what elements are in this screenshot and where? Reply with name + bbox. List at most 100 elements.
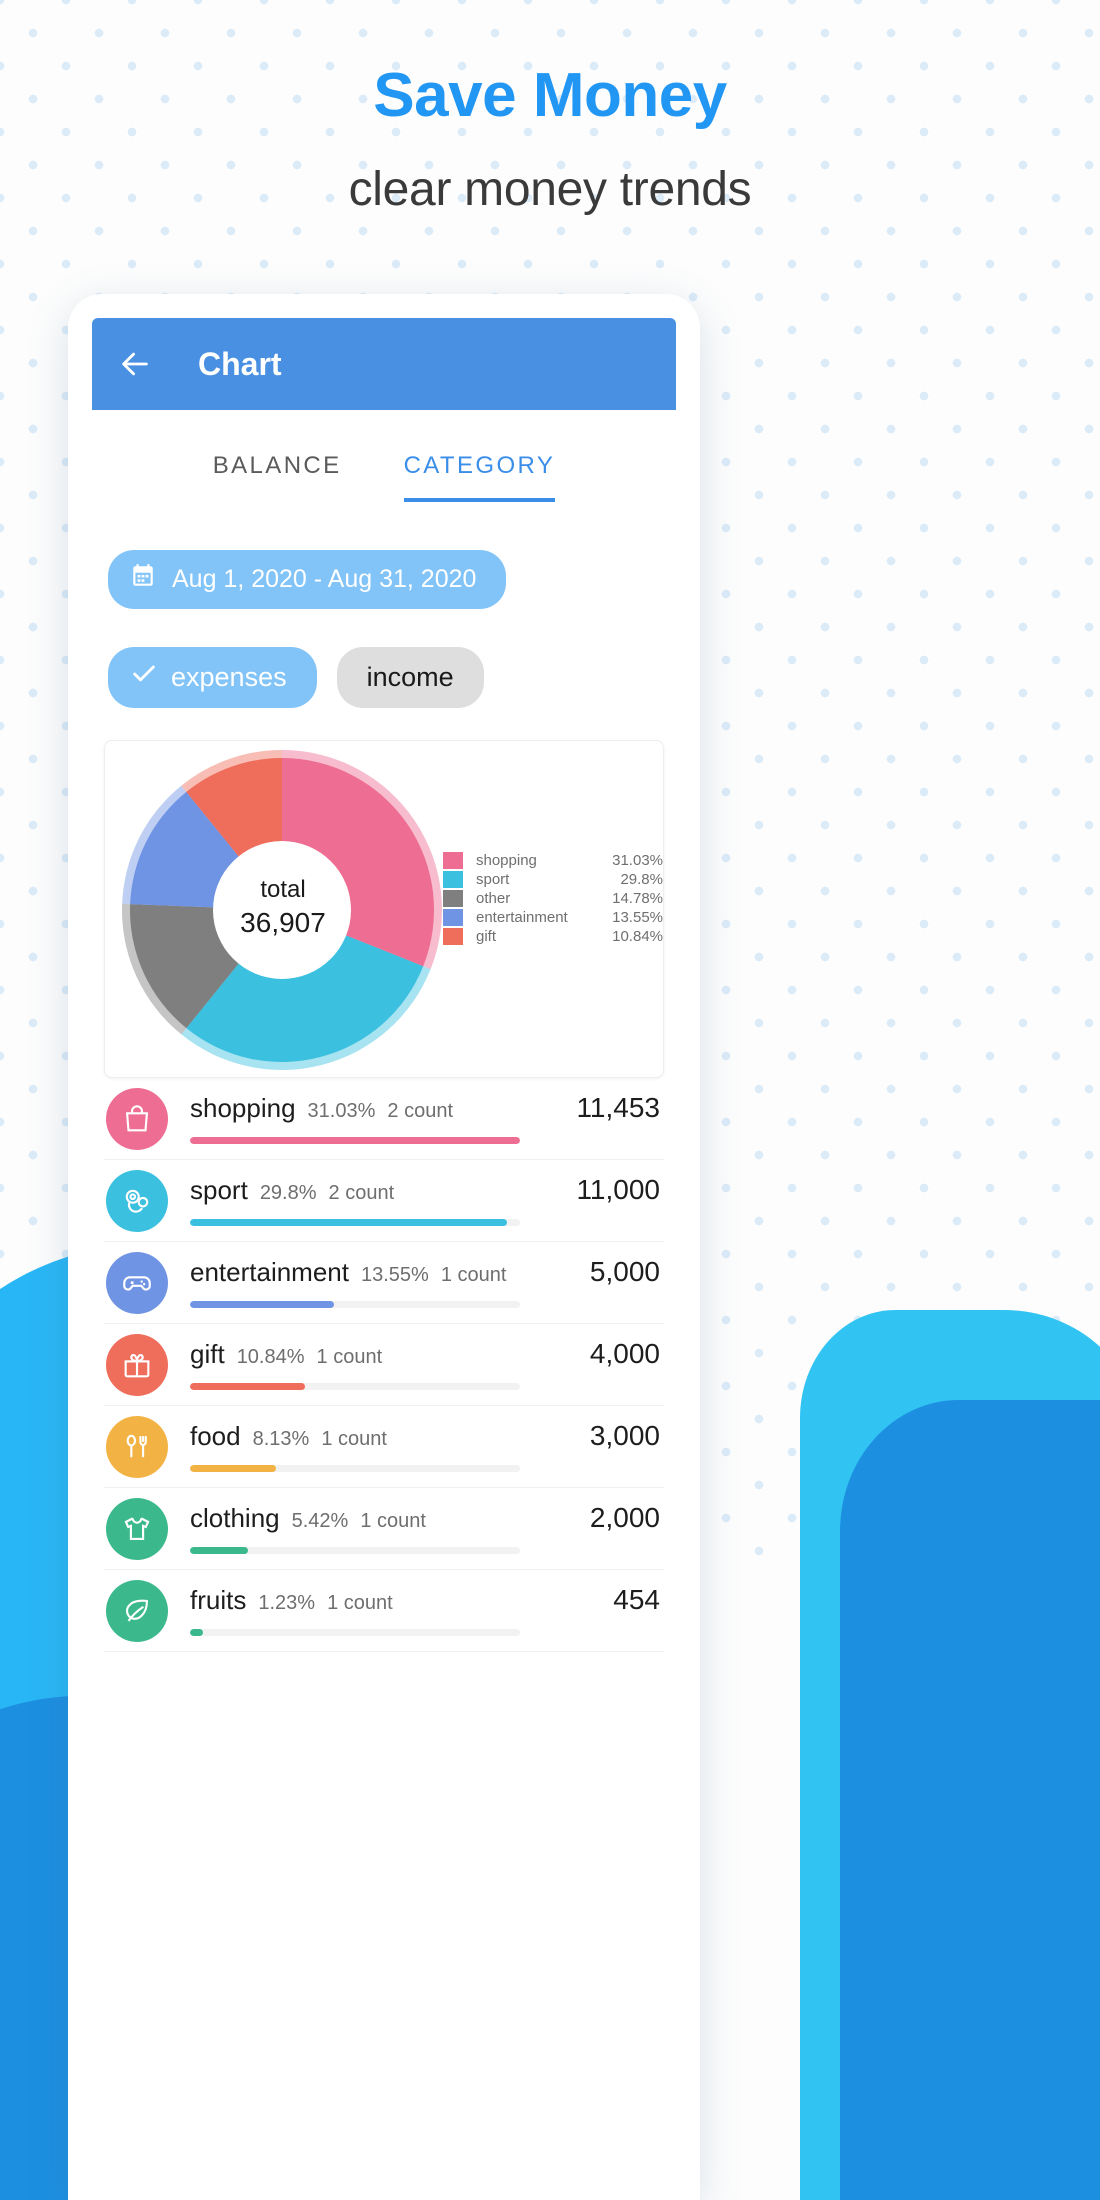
category-info: entertainment 13.55% 1 count [190, 1257, 520, 1308]
category-info: shopping 31.03% 2 count [190, 1093, 520, 1144]
category-row[interactable]: fruits 1.23% 1 count 454 [104, 1570, 664, 1652]
category-percent: 13.55% [360, 1264, 429, 1286]
gift-icon [106, 1333, 168, 1396]
legend-item: shopping 31.03% [443, 851, 663, 869]
blue-shape-right-dark [840, 1400, 1100, 2200]
gamepad-icon [106, 1251, 168, 1314]
legend-percent: 10.84% [612, 927, 663, 945]
category-name: food [190, 1421, 241, 1451]
category-name: gift [190, 1339, 225, 1369]
category-progress-bar [190, 1137, 520, 1144]
tab-bar: BALANCE CATEGORY [92, 410, 676, 502]
legend-label: sport [476, 870, 510, 888]
category-amount: 5,000 [589, 1256, 660, 1287]
category-amount: 2,000 [589, 1502, 660, 1533]
legend-percent: 31.03% [612, 851, 663, 869]
phone-mockup: Chart BALANCE CATEGORY Aug 1, 2020 - Aug… [68, 294, 700, 2200]
category-count: 2 count [387, 1100, 453, 1122]
category-percent: 5.42% [291, 1510, 349, 1532]
donut-center-text: total 36,907 [203, 875, 363, 940]
category-percent: 1.23% [258, 1592, 316, 1614]
legend-item: sport 29.8% [443, 870, 663, 888]
category-count: 1 count [327, 1592, 393, 1614]
legend-item: entertainment 13.55% [443, 908, 663, 926]
legend-label: shopping [476, 851, 537, 869]
legend-label: entertainment [476, 908, 568, 926]
category-amount: 11,000 [576, 1174, 660, 1205]
promo-header: Save Money clear money trends [0, 0, 1100, 217]
category-progress-bar [190, 1301, 520, 1308]
tshirt-icon [106, 1497, 168, 1560]
promo-subtitle: clear money trends [348, 163, 752, 217]
legend-swatch [443, 908, 463, 926]
cutlery-icon [106, 1415, 168, 1478]
chart-legend: shopping 31.03% sport 29.8% other 14.78% enter… [443, 851, 663, 946]
category-amount: 454 [613, 1584, 660, 1615]
category-amount: 11,453 [576, 1092, 660, 1123]
category-count: 1 count [321, 1428, 387, 1450]
category-amount: 4,000 [589, 1338, 660, 1369]
category-row[interactable]: shopping 31.03% 2 count 11,453 [104, 1078, 664, 1160]
promo-title: Save Money [373, 61, 727, 130]
donut-chart-card: total 36,907 shopping 31.03% sport 29.8% oth… [104, 740, 664, 1078]
sport-icon [106, 1169, 168, 1232]
shopping-bag-icon [106, 1087, 168, 1150]
category-info: gift 10.84% 1 count [190, 1339, 520, 1390]
chip-expenses[interactable]: expenses [108, 647, 317, 708]
category-info: sport 29.8% 2 count [190, 1175, 520, 1226]
chip-income[interactable]: income [336, 647, 484, 708]
legend-label: other [476, 889, 511, 907]
date-range-selector[interactable]: Aug 1, 2020 - Aug 31, 2020 [108, 550, 507, 609]
chip-income-label: income [366, 662, 454, 692]
chip-expenses-label: expenses [171, 662, 287, 692]
donut-total-value: 36,907 [240, 907, 326, 938]
category-name: entertainment [190, 1257, 349, 1287]
category-count: 2 count [328, 1182, 395, 1204]
category-progress-bar [190, 1547, 520, 1554]
category-count: 1 count [440, 1264, 507, 1286]
category-percent: 8.13% [252, 1428, 310, 1450]
category-progress-bar [190, 1383, 520, 1390]
calendar-icon [130, 563, 156, 596]
category-count: 1 count [360, 1510, 426, 1532]
category-progress-bar [190, 1219, 520, 1226]
category-percent: 29.8% [259, 1182, 317, 1204]
legend-percent: 14.78% [612, 889, 663, 907]
tab-category[interactable]: CATEGORY [403, 452, 556, 502]
category-name: shopping [190, 1093, 296, 1123]
category-info: fruits 1.23% 1 count [190, 1585, 520, 1636]
legend-swatch [443, 870, 463, 888]
category-list: shopping 31.03% 2 count 11,453 sport 29.8% 2 c… [104, 1078, 664, 1652]
tab-balance[interactable]: BALANCE [213, 452, 342, 502]
category-name: clothing [190, 1503, 280, 1533]
legend-item: gift 10.84% [443, 927, 663, 945]
category-info: food 8.13% 1 count [190, 1421, 520, 1472]
category-percent: 31.03% [307, 1100, 376, 1122]
type-filter-group: expenses income [108, 647, 676, 708]
category-row[interactable]: entertainment 13.55% 1 count 5,000 [104, 1242, 664, 1324]
category-amount: 3,000 [589, 1420, 660, 1451]
page-title: Chart [198, 345, 282, 382]
date-range-label: Aug 1, 2020 - Aug 31, 2020 [172, 565, 477, 593]
legend-swatch [443, 927, 463, 945]
category-row[interactable]: clothing 5.42% 1 count 2,000 [104, 1488, 664, 1570]
arrow-left-icon[interactable] [114, 343, 156, 385]
category-percent: 10.84% [236, 1346, 305, 1368]
category-row[interactable]: gift 10.84% 1 count 4,000 [104, 1324, 664, 1406]
category-progress-bar [190, 1629, 520, 1636]
legend-item: other 14.78% [443, 889, 663, 907]
check-icon [130, 660, 158, 695]
legend-percent: 29.8% [620, 870, 663, 888]
category-row[interactable]: sport 29.8% 2 count 11,000 [104, 1160, 664, 1242]
category-row[interactable]: food 8.13% 1 count 3,000 [104, 1406, 664, 1488]
category-progress-bar [190, 1465, 520, 1472]
leaf-icon [106, 1579, 168, 1642]
legend-swatch [443, 851, 463, 869]
app-bar: Chart [92, 318, 676, 410]
legend-percent: 13.55% [612, 908, 663, 926]
category-count: 1 count [316, 1346, 383, 1368]
category-name: fruits [190, 1585, 247, 1615]
legend-label: gift [476, 927, 497, 945]
donut-total-label: total [260, 876, 306, 903]
category-info: clothing 5.42% 1 count [190, 1503, 520, 1554]
